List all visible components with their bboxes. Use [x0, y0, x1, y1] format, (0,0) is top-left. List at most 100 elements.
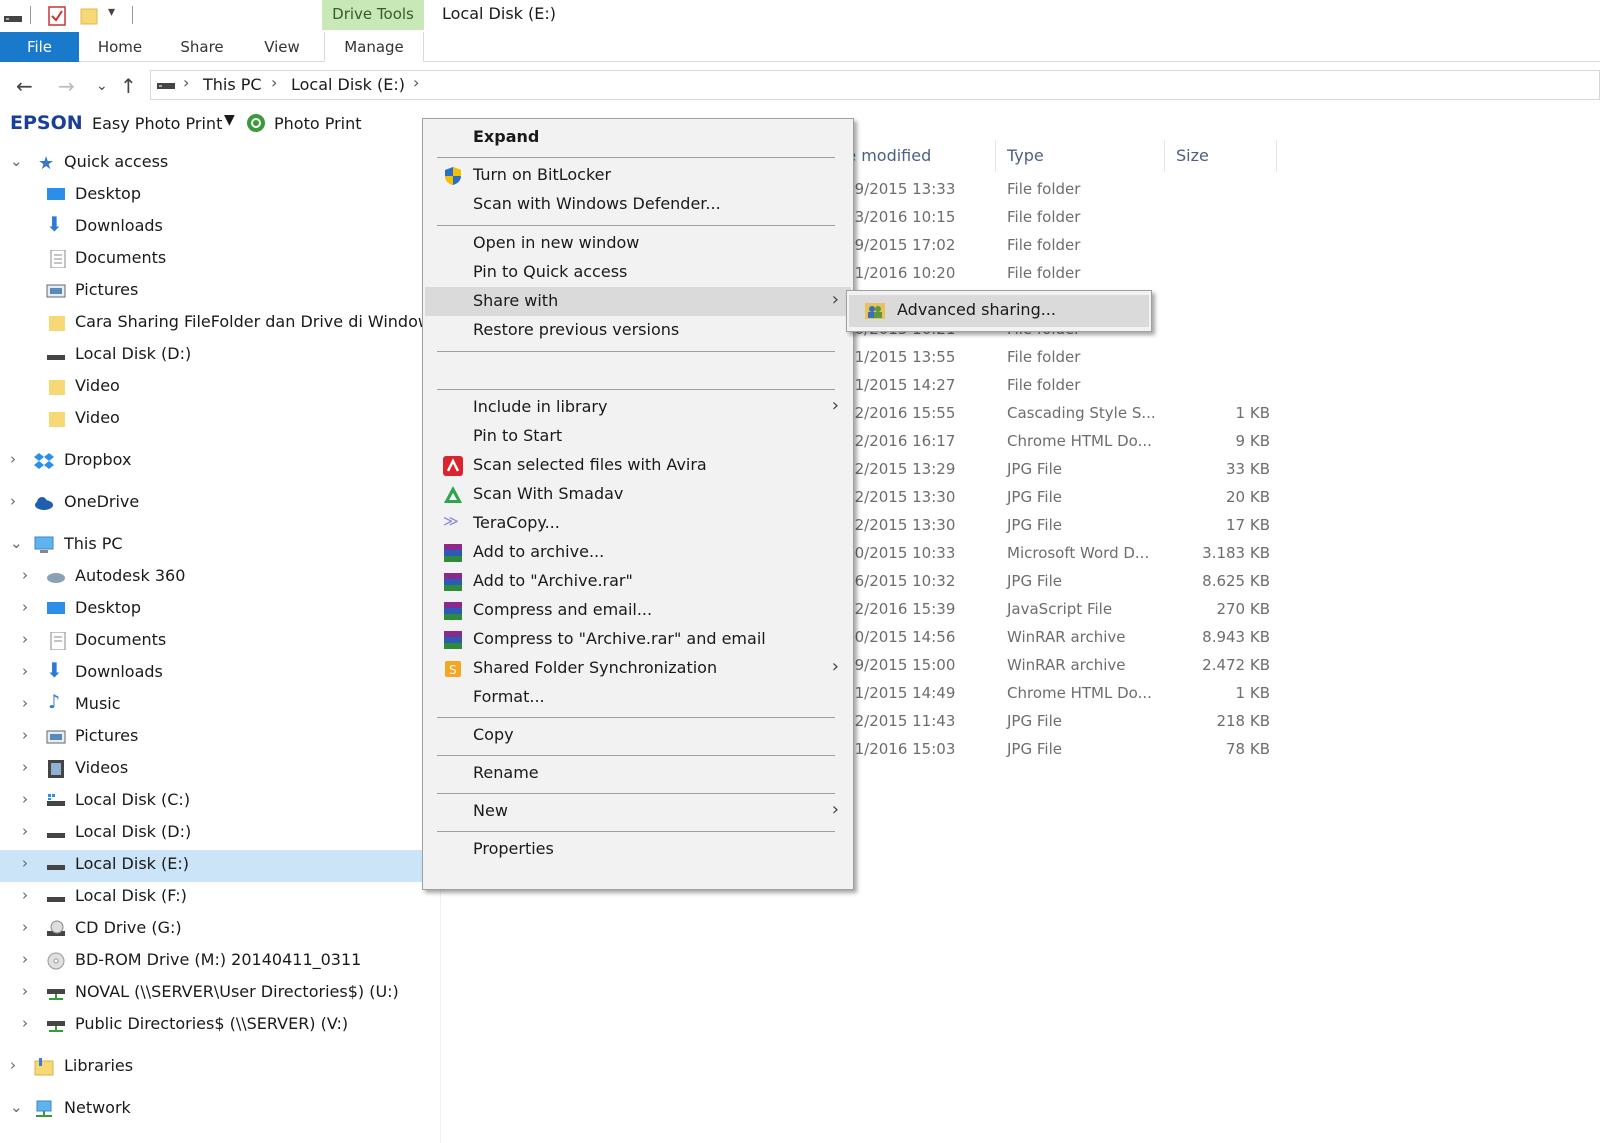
- chevron-right-icon[interactable]: ›: [22, 950, 28, 968]
- tab-share[interactable]: Share: [172, 32, 232, 62]
- chevron-right-icon[interactable]: ›: [22, 822, 28, 840]
- nav-item-cd-drive-g[interactable]: › CD Drive (G:): [0, 914, 440, 946]
- menu-item-new[interactable]: New ›: [425, 797, 851, 826]
- recent-locations-icon[interactable]: ⌄: [96, 78, 108, 94]
- nav-item-local-disk-c[interactable]: › Local Disk (C:): [0, 786, 440, 818]
- menu-item-copy[interactable]: Copy: [425, 721, 851, 750]
- menu-item-compress-rar-email[interactable]: Compress to "Archive.rar" and email: [425, 625, 851, 654]
- easy-photo-print-button[interactable]: Easy Photo Print: [92, 114, 222, 133]
- chevron-down-icon[interactable]: ▼: [224, 112, 235, 128]
- nav-item-videos[interactable]: › Videos: [0, 754, 440, 786]
- table-row[interactable]: /03/2016 10:15 File folder: [840, 204, 1600, 232]
- table-row[interactable]: /11/2015 14:27 File folder: [840, 372, 1600, 400]
- chevron-right-icon[interactable]: ›: [22, 982, 28, 1000]
- nav-item-cara-sharing[interactable]: Cara Sharing FileFolder dan Drive di Win…: [0, 308, 451, 340]
- chevron-right-icon[interactable]: ›: [10, 1056, 16, 1074]
- new-folder-icon[interactable]: [80, 6, 98, 26]
- nav-item-noval-u[interactable]: › NOVAL (\\SERVER\User Directories$) (U:…: [0, 978, 440, 1010]
- drive-icon[interactable]: [4, 6, 22, 26]
- nav-item-libraries[interactable]: › Libraries: [0, 1052, 440, 1084]
- chevron-right-icon[interactable]: ›: [10, 450, 16, 468]
- column-header-size[interactable]: Size: [1176, 146, 1209, 165]
- column-divider[interactable]: [1276, 140, 1277, 172]
- nav-item-onedrive[interactable]: › OneDrive: [0, 488, 440, 520]
- table-row[interactable]: /01/2016 15:03 JPG File 78 KB: [840, 736, 1600, 764]
- nav-item-documents[interactable]: Documents: [0, 244, 440, 276]
- chevron-right-icon[interactable]: ›: [10, 492, 16, 510]
- breadcrumb-this-pc[interactable]: This PC: [203, 75, 262, 94]
- table-row[interactable]: /12/2015 13:29 JPG File 33 KB: [840, 456, 1600, 484]
- chevron-right-icon[interactable]: ›: [22, 790, 28, 808]
- nav-item-bd-rom-drive-m[interactable]: › BD-ROM Drive (M:) 20140411_0311: [0, 946, 440, 978]
- menu-item-share-with[interactable]: Share with ›: [425, 287, 851, 316]
- menu-item-pin-start[interactable]: Pin to Start: [425, 422, 851, 451]
- tab-view[interactable]: View: [252, 32, 312, 62]
- nav-item-pictures[interactable]: › Pictures: [0, 722, 440, 754]
- menu-item-bitlocker[interactable]: Turn on BitLocker: [425, 161, 851, 190]
- table-row[interactable]: /02/2016 16:17 Chrome HTML Do... 9 KB: [840, 428, 1600, 456]
- nav-item-local-disk-e[interactable]: › Local Disk (E:): [0, 850, 440, 882]
- table-row[interactable]: /10/2015 14:56 WinRAR archive 8.943 KB: [840, 624, 1600, 652]
- table-row[interactable]: /02/2016 15:55 Cascading Style S... 1 KB: [840, 400, 1600, 428]
- table-row[interactable]: /09/2015 13:33 File folder: [840, 176, 1600, 204]
- menu-item-rename[interactable]: Rename: [425, 759, 851, 788]
- chevron-down-icon[interactable]: ⌄: [10, 1098, 23, 1116]
- chevron-right-icon[interactable]: ›: [22, 1014, 28, 1032]
- table-row[interactable]: /10/2015 10:33 Microsoft Word D... 3.183 K…: [840, 540, 1600, 568]
- up-arrow-icon[interactable]: ↑: [120, 74, 137, 98]
- menu-item-scan-avira[interactable]: Scan selected files with Avira: [425, 451, 851, 480]
- chevron-right-icon[interactable]: ›: [22, 758, 28, 776]
- nav-item-desktop[interactable]: Desktop: [0, 180, 440, 212]
- chevron-right-icon[interactable]: ›: [22, 918, 28, 936]
- nav-item-video[interactable]: Video: [0, 404, 440, 436]
- properties-icon[interactable]: [48, 6, 66, 26]
- menu-item-teracopy[interactable]: ≫ TeraCopy...: [425, 509, 851, 538]
- nav-item-downloads[interactable]: › ⬇ Downloads: [0, 658, 440, 690]
- menu-item-advanced-sharing[interactable]: Advanced sharing...: [849, 295, 1149, 327]
- chevron-right-icon[interactable]: ›: [22, 854, 28, 872]
- chevron-right-icon[interactable]: ›: [183, 73, 189, 92]
- menu-item-scan-defender[interactable]: Scan with Windows Defender...: [425, 190, 851, 219]
- chevron-right-icon[interactable]: ›: [22, 662, 28, 680]
- tab-manage[interactable]: Manage: [324, 32, 424, 62]
- chevron-right-icon[interactable]: ›: [22, 726, 28, 744]
- nav-item-desktop[interactable]: › Desktop: [0, 594, 440, 626]
- table-row[interactable]: /12/2015 11:43 JPG File 218 KB: [840, 708, 1600, 736]
- nav-item-local-disk-f[interactable]: › Local Disk (F:): [0, 882, 440, 914]
- nav-item-local-disk-d[interactable]: Local Disk (D:): [0, 340, 440, 372]
- table-row[interactable]: /12/2015 13:30 JPG File 20 KB: [840, 484, 1600, 512]
- chevron-down-icon[interactable]: ⌄: [10, 152, 23, 170]
- nav-item-local-disk-d[interactable]: › Local Disk (D:): [0, 818, 440, 850]
- nav-item-video[interactable]: Video: [0, 372, 440, 404]
- menu-item-add-archive-rar[interactable]: Add to "Archive.rar": [425, 567, 851, 596]
- table-row[interactable]: /11/2015 14:49 Chrome HTML Do... 1 KB: [840, 680, 1600, 708]
- menu-item-pin-quick-access[interactable]: Pin to Quick access: [425, 258, 851, 287]
- photo-print-button[interactable]: Photo Print: [274, 114, 362, 133]
- nav-item-autodesk-360[interactable]: › Autodesk 360: [0, 562, 440, 594]
- table-row[interactable]: /02/2016 15:39 JavaScript File 270 KB: [840, 596, 1600, 624]
- table-row[interactable]: /12/2015 13:30 JPG File 17 KB: [840, 512, 1600, 540]
- address-bar[interactable]: › This PC › Local Disk (E:) ›: [150, 70, 1600, 100]
- tab-file[interactable]: File: [0, 32, 79, 62]
- table-row[interactable]: /06/2015 10:32 JPG File 8.625 KB: [840, 568, 1600, 596]
- chevron-right-icon[interactable]: ›: [22, 598, 28, 616]
- back-arrow-icon[interactable]: ←: [16, 74, 33, 98]
- chevron-right-icon[interactable]: ›: [22, 566, 28, 584]
- menu-item-format[interactable]: Format...: [425, 683, 851, 712]
- photo-print-icon[interactable]: [246, 113, 266, 133]
- chevron-right-icon[interactable]: ›: [22, 630, 28, 648]
- menu-item-properties[interactable]: Properties: [425, 835, 851, 864]
- chevron-right-icon[interactable]: ›: [22, 886, 28, 904]
- nav-item-documents[interactable]: › Documents: [0, 626, 440, 658]
- column-header-type[interactable]: Type: [1007, 146, 1044, 165]
- menu-item-add-archive[interactable]: Add to archive...: [425, 538, 851, 567]
- menu-item-expand[interactable]: Expand: [425, 123, 851, 152]
- nav-item-pictures[interactable]: Pictures: [0, 276, 440, 308]
- breadcrumb-local-disk-e[interactable]: Local Disk (E:): [291, 75, 405, 94]
- menu-item-open-new-window[interactable]: Open in new window: [425, 229, 851, 258]
- chevron-right-icon[interactable]: ›: [271, 73, 277, 92]
- table-row[interactable]: /11/2015 13:55 File folder: [840, 344, 1600, 372]
- nav-item-network[interactable]: ⌄ Network: [0, 1094, 440, 1126]
- nav-item-downloads[interactable]: ⬇ Downloads: [0, 212, 440, 244]
- nav-item-quick-access[interactable]: ⌄ ★ Quick access: [0, 148, 440, 180]
